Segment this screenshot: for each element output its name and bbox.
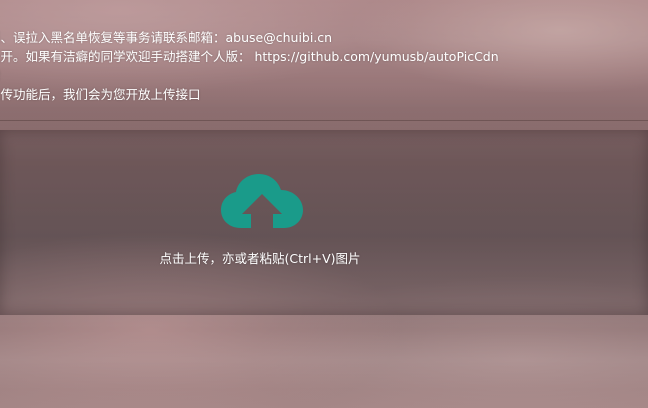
notice-contact-line: 报、误拉入黑名单恢复等事务请联系邮箱：abuse@chuibi.cn — [0, 30, 333, 45]
notice-upload-api-line: 上传功能后，我们会为您开放上传接口 — [0, 87, 201, 102]
notice-donate-line: 赠 — [0, 68, 1, 84]
upload-drop-zone[interactable] — [0, 130, 648, 315]
cloud-upload-icon[interactable] — [221, 174, 303, 230]
notice-self-host-line: 公开。如果有洁癖的同学欢迎手动搭建个人版： https://github.com… — [0, 49, 499, 64]
notice-panel: 报、误拉入黑名单恢复等事务请联系邮箱：abuse@chuibi.cn 公开。如果… — [0, 0, 648, 121]
upload-hint-text: 点击上传，亦或者粘贴(Ctrl+V)图片 — [159, 251, 361, 266]
